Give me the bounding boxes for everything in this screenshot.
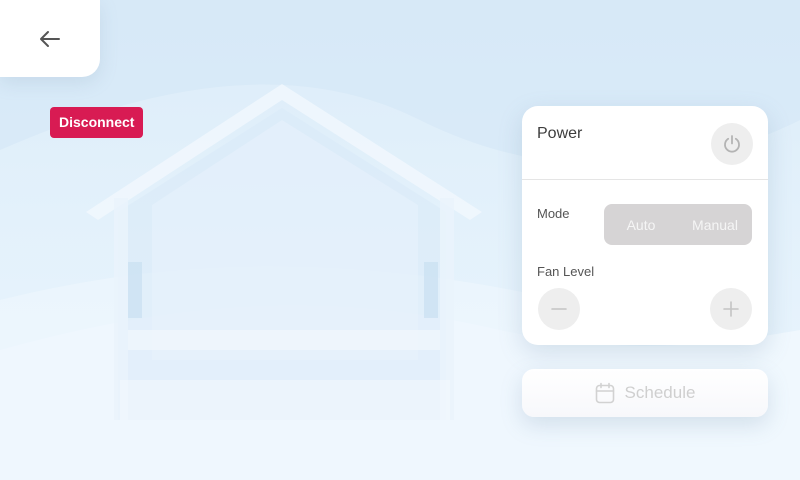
mode-label: Mode bbox=[537, 206, 570, 221]
power-button[interactable] bbox=[711, 123, 753, 165]
mode-option-auto[interactable]: Auto bbox=[604, 204, 678, 245]
calendar-icon bbox=[595, 382, 614, 404]
schedule-label: Schedule bbox=[624, 383, 696, 402]
minus-icon bbox=[551, 308, 567, 310]
fan-increase-button[interactable] bbox=[710, 288, 752, 330]
panel-divider bbox=[522, 179, 768, 180]
power-icon bbox=[724, 135, 740, 153]
mode-option-manual[interactable]: Manual bbox=[678, 204, 752, 245]
disconnect-button[interactable]: Disconnect bbox=[50, 107, 144, 138]
fan-decrease-button[interactable] bbox=[538, 288, 580, 330]
device-control-panel: Power Mode Auto Manual Fan Level bbox=[522, 106, 768, 345]
fan-level-label: Fan Level bbox=[537, 264, 595, 279]
schedule-button[interactable]: Schedule bbox=[522, 369, 768, 417]
mode-selector: Auto Manual bbox=[604, 204, 752, 245]
arrow-left-icon bbox=[40, 30, 60, 47]
plus-icon bbox=[723, 301, 739, 317]
power-label: Power bbox=[537, 125, 583, 142]
back-button[interactable] bbox=[0, 0, 100, 77]
